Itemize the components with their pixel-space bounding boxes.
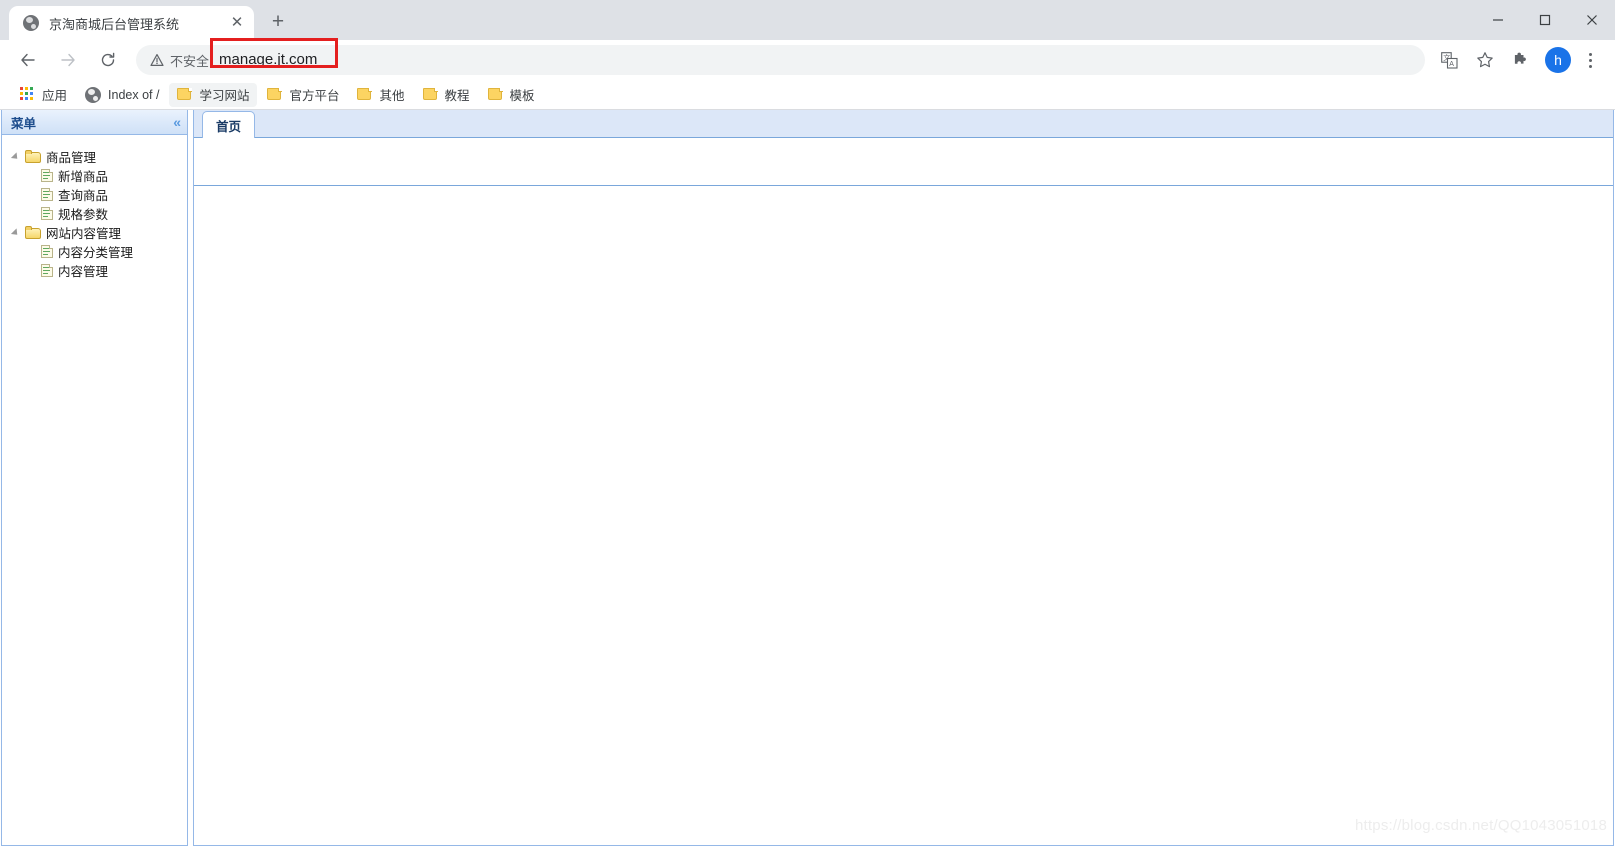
puzzle-icon[interactable] — [1506, 45, 1536, 75]
folder-icon — [267, 88, 283, 101]
tree-node-label: 查询商品 — [58, 189, 109, 203]
browser-window: 京淘商城后台管理系统 ✕ + 不安全 manage.jt.com 文 A h 应… — [0, 0, 1615, 846]
close-icon[interactable]: ✕ — [228, 14, 246, 32]
star-icon[interactable] — [1470, 45, 1500, 75]
browser-tab-title: 京淘商城后台管理系统 — [49, 16, 180, 32]
reload-icon[interactable] — [92, 44, 124, 76]
browser-tab[interactable]: 京淘商城后台管理系统 ✕ — [9, 6, 254, 40]
menu-tree: 商品管理 新增商品 查询商品 规格参数 网站内容管理 内容分类管理 内容管理 — [2, 135, 187, 845]
translate-icon[interactable]: 文 A — [1434, 45, 1464, 75]
document-icon — [40, 168, 54, 183]
bookmark-label: Index of / — [108, 87, 160, 102]
profile-avatar[interactable]: h — [1545, 47, 1571, 73]
tree-node-shangpinguanli[interactable]: 商品管理 — [2, 147, 187, 166]
globe-icon — [23, 15, 39, 31]
bookmark-label: 教程 — [444, 89, 470, 103]
watermark: https://blog.csdn.net/QQ1043051018 — [1355, 817, 1607, 834]
bookmarks-bar: 应用 Index of / 学习网站 官方平台 其他 教程 模板 — [0, 80, 1615, 110]
svg-text:A: A — [1449, 61, 1454, 68]
document-icon — [40, 187, 54, 202]
folder-icon — [487, 88, 503, 101]
bookmark-folder-guanfangpingtai[interactable]: 官方平台 — [259, 83, 347, 107]
bookmark-folder-xuexiwangzhan[interactable]: 学习网站 — [169, 82, 258, 107]
bookmark-label: 应用 — [42, 89, 68, 103]
content-panel: 首页 — [193, 110, 1614, 846]
document-icon — [40, 206, 54, 221]
folder-icon — [177, 88, 193, 101]
three-dots-icon[interactable] — [1577, 45, 1603, 75]
warning-triangle-icon — [150, 53, 164, 67]
apps-grid-icon — [20, 87, 35, 102]
document-icon — [40, 263, 54, 278]
tree-node-label: 商品管理 — [46, 151, 97, 165]
tree-node-wangzhanneirongguanli[interactable]: 网站内容管理 — [2, 223, 187, 242]
folder-icon — [357, 88, 373, 101]
content-tab-bar: 首页 — [194, 110, 1613, 138]
bookmark-label: 其他 — [379, 89, 405, 103]
document-icon — [40, 244, 54, 259]
tree-node-neirongfenleiguanli[interactable]: 内容分类管理 — [2, 242, 187, 261]
tree-node-xinzengshangpin[interactable]: 新增商品 — [2, 166, 187, 185]
work-area — [194, 186, 1613, 845]
bookmark-folder-jiaocheng[interactable]: 教程 — [415, 83, 478, 107]
tree-node-guigecanshu[interactable]: 规格参数 — [2, 204, 187, 223]
tree-node-label: 内容分类管理 — [58, 246, 134, 260]
tree-node-label: 网站内容管理 — [46, 227, 122, 241]
folder-icon — [422, 88, 438, 101]
tree-node-label: 规格参数 — [58, 208, 109, 222]
globe-icon — [85, 86, 102, 103]
sidebar-header: 菜单 « — [2, 110, 187, 135]
bookmark-label: 学习网站 — [199, 89, 250, 103]
forward-arrow-icon[interactable] — [52, 44, 84, 76]
security-status[interactable]: 不安全 — [150, 51, 209, 70]
security-label: 不安全 — [170, 53, 210, 69]
sidebar-panel: 菜单 « 商品管理 新增商品 查询商品 规格参数 网站内容管理 内容分类管理 内… — [1, 110, 188, 846]
url-container[interactable]: manage.jt.com — [210, 38, 1425, 69]
folder-icon — [25, 149, 42, 164]
tab-content-panel — [194, 138, 1613, 186]
browser-toolbar: 不安全 manage.jt.com 文 A h — [0, 38, 1615, 80]
back-arrow-icon[interactable] — [12, 44, 44, 76]
folder-icon — [25, 225, 42, 240]
tree-node-neirongguanli[interactable]: 内容管理 — [2, 261, 187, 280]
bookmark-label: 模板 — [509, 89, 535, 103]
minimize-icon[interactable] — [1474, 0, 1521, 40]
url-text: manage.jt.com — [219, 51, 318, 68]
expander-icon[interactable] — [10, 227, 25, 238]
collapse-panel-icon[interactable]: « — [173, 115, 181, 129]
bookmark-folder-muban[interactable]: 模板 — [480, 83, 543, 107]
close-icon[interactable] — [1568, 0, 1615, 40]
tree-node-chaxunshangpin[interactable]: 查询商品 — [2, 185, 187, 204]
address-bar[interactable]: 不安全 manage.jt.com — [136, 38, 1425, 75]
tab-shouye[interactable]: 首页 — [202, 111, 256, 138]
window-controls — [1474, 0, 1615, 40]
tree-node-label: 内容管理 — [58, 265, 109, 279]
expander-icon[interactable] — [10, 151, 25, 162]
browser-tab-strip: 京淘商城后台管理系统 ✕ + — [0, 0, 1615, 40]
new-tab-button[interactable]: + — [264, 8, 292, 36]
bookmark-index-of[interactable]: Index of / — [77, 83, 167, 107]
maximize-icon[interactable] — [1521, 0, 1568, 40]
bookmark-apps[interactable]: 应用 — [12, 83, 75, 107]
sidebar-title: 菜单 — [11, 116, 37, 131]
bookmark-folder-qita[interactable]: 其他 — [349, 83, 412, 107]
tree-node-label: 新增商品 — [58, 170, 109, 184]
page-viewport: 菜单 « 商品管理 新增商品 查询商品 规格参数 网站内容管理 内容分类管理 内… — [0, 110, 1615, 846]
bookmark-label: 官方平台 — [289, 89, 340, 103]
